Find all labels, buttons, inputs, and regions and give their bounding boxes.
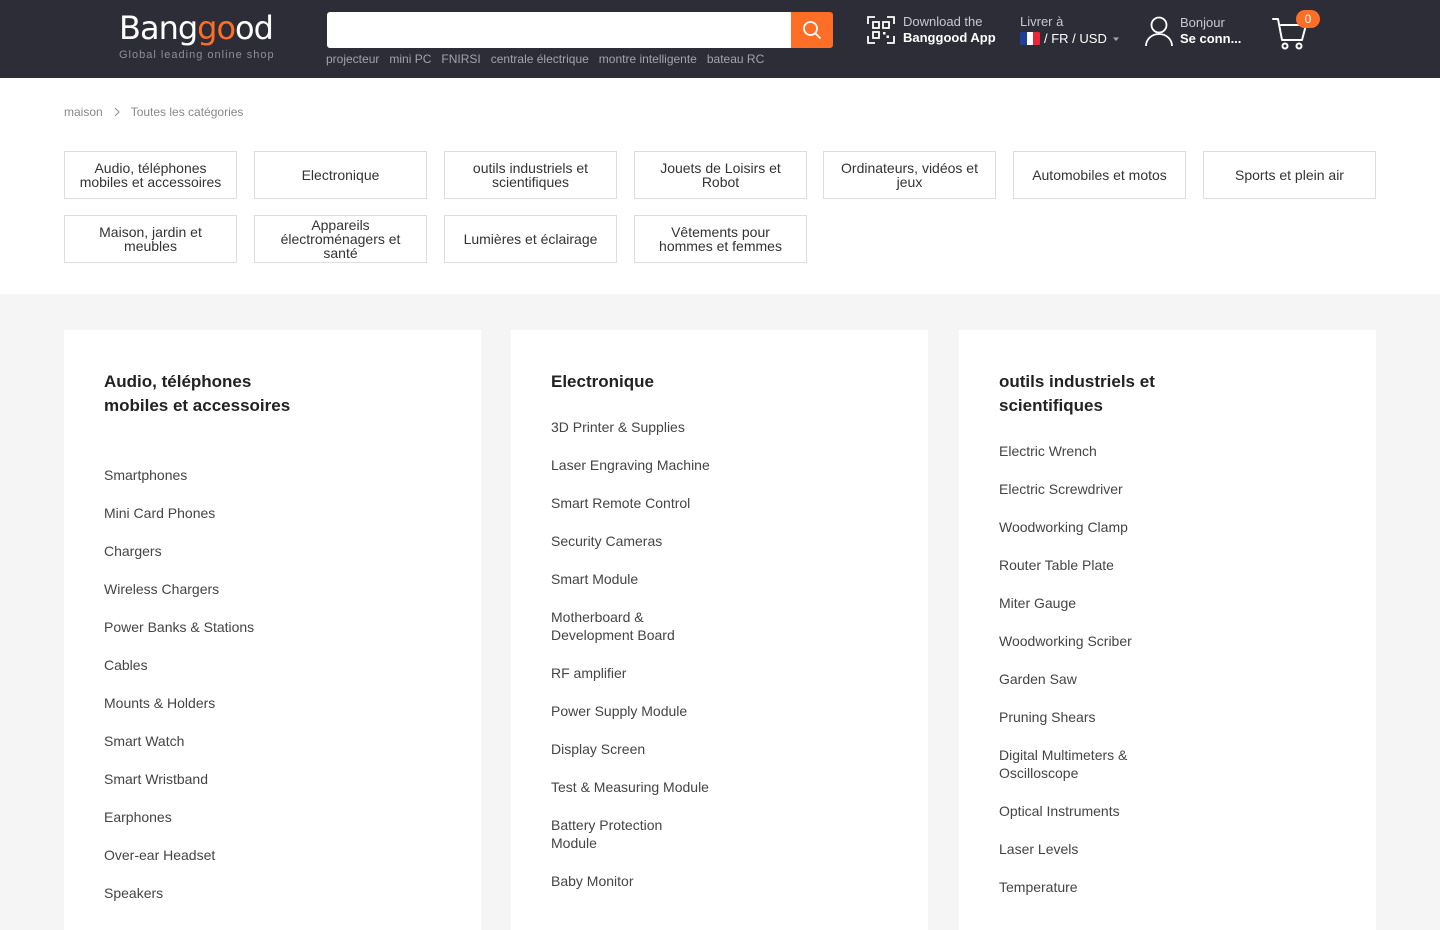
- subcategory-link[interactable]: RF amplifier: [551, 664, 731, 682]
- category-column: outils industriels et scientifiques Elec…: [959, 330, 1376, 930]
- hot-word[interactable]: centrale électrique: [491, 52, 589, 66]
- category-tile[interactable]: Lumières et éclairage: [444, 215, 617, 263]
- subcategory-link[interactable]: Smart Wristband: [104, 770, 284, 788]
- breadcrumb: maison Toutes les catégories: [64, 105, 243, 119]
- hot-word[interactable]: mini PC: [389, 52, 431, 66]
- subcategory-list: Electric Wrench Electric Screwdriver Woo…: [999, 442, 1179, 916]
- column-title[interactable]: Audio, téléphones mobiles et accessoires: [104, 370, 304, 418]
- subcategory-link[interactable]: Smart Module: [551, 570, 731, 588]
- category-tile[interactable]: Audio, téléphones mobiles et accessoires: [64, 151, 237, 199]
- breadcrumb-current: Toutes les catégories: [130, 105, 244, 119]
- category-tile[interactable]: Appareils électroménagers et santé: [254, 215, 427, 263]
- subcategory-link[interactable]: Smart Remote Control: [551, 494, 731, 512]
- subcategory-link[interactable]: Temperature: [999, 878, 1179, 896]
- subcategory-link[interactable]: Smart Watch: [104, 732, 284, 750]
- subcategory-link[interactable]: Mini Card Phones: [104, 504, 284, 522]
- category-column: Electronique 3D Printer & Supplies Laser…: [511, 330, 928, 930]
- subcategory-link[interactable]: Optical Instruments: [999, 802, 1179, 820]
- category-overview: maison Toutes les catégories Audio, télé…: [0, 78, 1440, 294]
- subcategory-link[interactable]: Power Supply Module: [551, 702, 731, 720]
- subcategory-link[interactable]: Speakers: [104, 884, 284, 902]
- subcategory-link[interactable]: Earphones: [104, 808, 284, 826]
- category-tile[interactable]: Electronique: [254, 151, 427, 199]
- subcategory-link[interactable]: Over-ear Headset: [104, 846, 284, 864]
- subcategory-link[interactable]: Cables: [104, 656, 284, 674]
- search-button[interactable]: [791, 12, 833, 48]
- app-download-link[interactable]: Download the Banggood App: [867, 14, 996, 46]
- cart-count-badge: 0: [1296, 10, 1320, 28]
- hot-search-words: projecteur mini PC FNIRSI centrale élect…: [326, 52, 764, 66]
- user-icon: [1145, 16, 1173, 47]
- category-tile[interactable]: outils industriels et scientifiques: [444, 151, 617, 199]
- subcategory-link[interactable]: Mounts & Holders: [104, 694, 284, 712]
- search-icon: [803, 21, 821, 39]
- ship-to-value: / FR / USD: [1044, 31, 1107, 46]
- subcategory-link[interactable]: Smartphones: [104, 466, 284, 484]
- subcategory-link[interactable]: Test & Measuring Module: [551, 778, 731, 796]
- account-signin: Se conn...: [1180, 31, 1242, 46]
- category-tile[interactable]: Automobiles et motos: [1013, 151, 1186, 199]
- app-download-line2: Banggood App: [903, 30, 996, 45]
- subcategory-link[interactable]: Digital Multimeters & Oscilloscope: [999, 746, 1149, 782]
- subcategory-link[interactable]: Battery Protection Module: [551, 816, 691, 852]
- subcategory-list: 3D Printer & Supplies Laser Engraving Ma…: [551, 418, 731, 910]
- subcategory-link[interactable]: Electric Wrench: [999, 442, 1179, 460]
- search-input[interactable]: [327, 12, 791, 48]
- subcategory-link[interactable]: Laser Levels: [999, 840, 1179, 858]
- ship-to-label: Livrer à: [1020, 14, 1064, 29]
- subcategory-link[interactable]: Pruning Shears: [999, 708, 1179, 726]
- logo-tagline: Global leading online shop: [119, 49, 275, 61]
- subcategory-link[interactable]: Power Banks & Stations: [104, 618, 284, 636]
- hot-word[interactable]: FNIRSI: [441, 52, 480, 66]
- category-tile[interactable]: Ordinateurs, vidéos et jeux: [823, 151, 996, 199]
- breadcrumb-home[interactable]: maison: [64, 105, 103, 119]
- banggood-logo[interactable]: Banggood Global leading online shop: [119, 8, 289, 68]
- category-tile[interactable]: Sports et plein air: [1203, 151, 1376, 199]
- subcategory-link[interactable]: Chargers: [104, 542, 284, 560]
- subcategory-link[interactable]: Electric Screwdriver: [999, 480, 1179, 498]
- subcategory-link[interactable]: Display Screen: [551, 740, 731, 758]
- category-tile[interactable]: Vêtements pour hommes et femmes: [634, 215, 807, 263]
- app-download-line1: Download the: [903, 14, 983, 29]
- column-title[interactable]: outils industriels et scientifiques: [999, 370, 1199, 418]
- hot-word[interactable]: bateau RC: [707, 52, 764, 66]
- search-bar: [327, 12, 833, 48]
- site-header: Banggood Global leading online shop proj…: [0, 0, 1440, 78]
- subcategory-link[interactable]: Motherboard & Development Board: [551, 608, 701, 644]
- category-tile[interactable]: Jouets de Loisirs et Robot: [634, 151, 807, 199]
- qr-code-icon: [867, 16, 895, 44]
- subcategory-link[interactable]: Baby Monitor: [551, 872, 731, 890]
- category-column: Audio, téléphones mobiles et accessoires…: [64, 330, 481, 930]
- france-flag-icon: [1020, 32, 1040, 45]
- subcategory-link[interactable]: Wireless Chargers: [104, 580, 284, 598]
- logo-wordmark: Banggood: [119, 9, 274, 47]
- subcategory-link[interactable]: Security Cameras: [551, 532, 731, 550]
- account-greeting: Bonjour: [1180, 15, 1225, 30]
- caret-down-icon: [1112, 37, 1119, 41]
- column-title[interactable]: Electronique: [551, 370, 751, 394]
- subcategory-list: Smartphones Mini Card Phones Chargers Wi…: [104, 466, 284, 922]
- account-link[interactable]: Bonjour Se conn...: [1144, 15, 1241, 47]
- category-tile[interactable]: Maison, jardin et meubles: [64, 215, 237, 263]
- hot-word[interactable]: montre intelligente: [599, 52, 697, 66]
- subcategory-link[interactable]: Woodworking Clamp: [999, 518, 1179, 536]
- subcategory-link[interactable]: Garden Saw: [999, 670, 1179, 688]
- ship-to-selector[interactable]: Livrer à / FR / USD: [1020, 13, 1121, 47]
- subcategory-link[interactable]: Laser Engraving Machine: [551, 456, 731, 474]
- subcategory-link[interactable]: Woodworking Scriber: [999, 632, 1179, 650]
- hot-word[interactable]: projecteur: [326, 52, 379, 66]
- cart-button[interactable]: 0: [1270, 10, 1322, 52]
- subcategory-link[interactable]: 3D Printer & Supplies: [551, 418, 731, 436]
- chevron-right-icon: [114, 107, 120, 117]
- subcategory-link[interactable]: Miter Gauge: [999, 594, 1179, 612]
- subcategory-link[interactable]: Router Table Plate: [999, 556, 1179, 574]
